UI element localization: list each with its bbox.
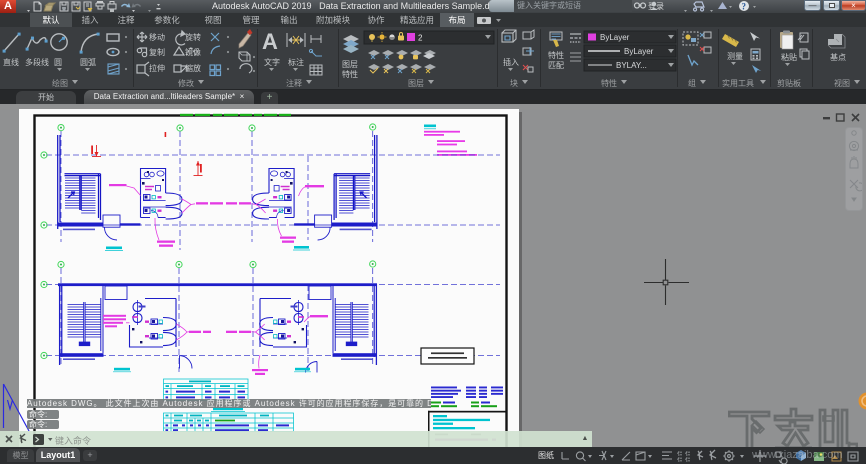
- svg-text:剪贴板: 剪贴板: [777, 78, 801, 88]
- svg-text:ByLayer: ByLayer: [624, 47, 654, 56]
- svg-text:图层: 图层: [342, 60, 358, 69]
- svg-text:测量: 测量: [727, 52, 743, 61]
- svg-text:插入: 插入: [503, 57, 519, 67]
- svg-text:特性: 特性: [601, 78, 617, 88]
- svg-text:复制: 复制: [149, 47, 165, 57]
- svg-text:视图: 视图: [834, 78, 850, 88]
- svg-text:旋转: 旋转: [185, 32, 201, 42]
- svg-text:BYLAY...: BYLAY...: [616, 61, 647, 70]
- svg-text:?: ?: [742, 2, 747, 12]
- svg-text:移动: 移动: [149, 32, 165, 42]
- svg-text:特性: 特性: [342, 69, 358, 79]
- svg-text:绘图: 绘图: [52, 78, 68, 88]
- svg-text:缩放: 缩放: [185, 63, 201, 73]
- svg-text:直线: 直线: [3, 57, 19, 67]
- svg-text:块: 块: [510, 78, 518, 88]
- svg-text:圆: 圆: [54, 58, 62, 67]
- svg-text:图层: 图层: [408, 79, 424, 88]
- svg-text:A: A: [262, 29, 278, 54]
- svg-text:标注: 标注: [288, 57, 304, 67]
- svg-text:镜像: 镜像: [185, 47, 201, 57]
- svg-text:拉伸: 拉伸: [149, 63, 165, 73]
- svg-text:圆弧: 圆弧: [80, 57, 96, 67]
- svg-text:多段线: 多段线: [25, 57, 49, 67]
- svg-text:ByLayer: ByLayer: [600, 33, 630, 42]
- svg-text:修改: 修改: [178, 78, 194, 88]
- svg-text:基点: 基点: [830, 52, 846, 62]
- svg-text:文字: 文字: [264, 57, 280, 67]
- svg-text:匹配: 匹配: [548, 61, 564, 70]
- svg-text:实用工具: 实用工具: [722, 78, 754, 88]
- svg-text:粘贴: 粘贴: [781, 52, 797, 62]
- svg-text:2: 2: [418, 34, 423, 43]
- svg-text:特性: 特性: [548, 50, 564, 60]
- svg-text:注释: 注释: [286, 78, 302, 88]
- svg-text:组: 组: [688, 78, 696, 88]
